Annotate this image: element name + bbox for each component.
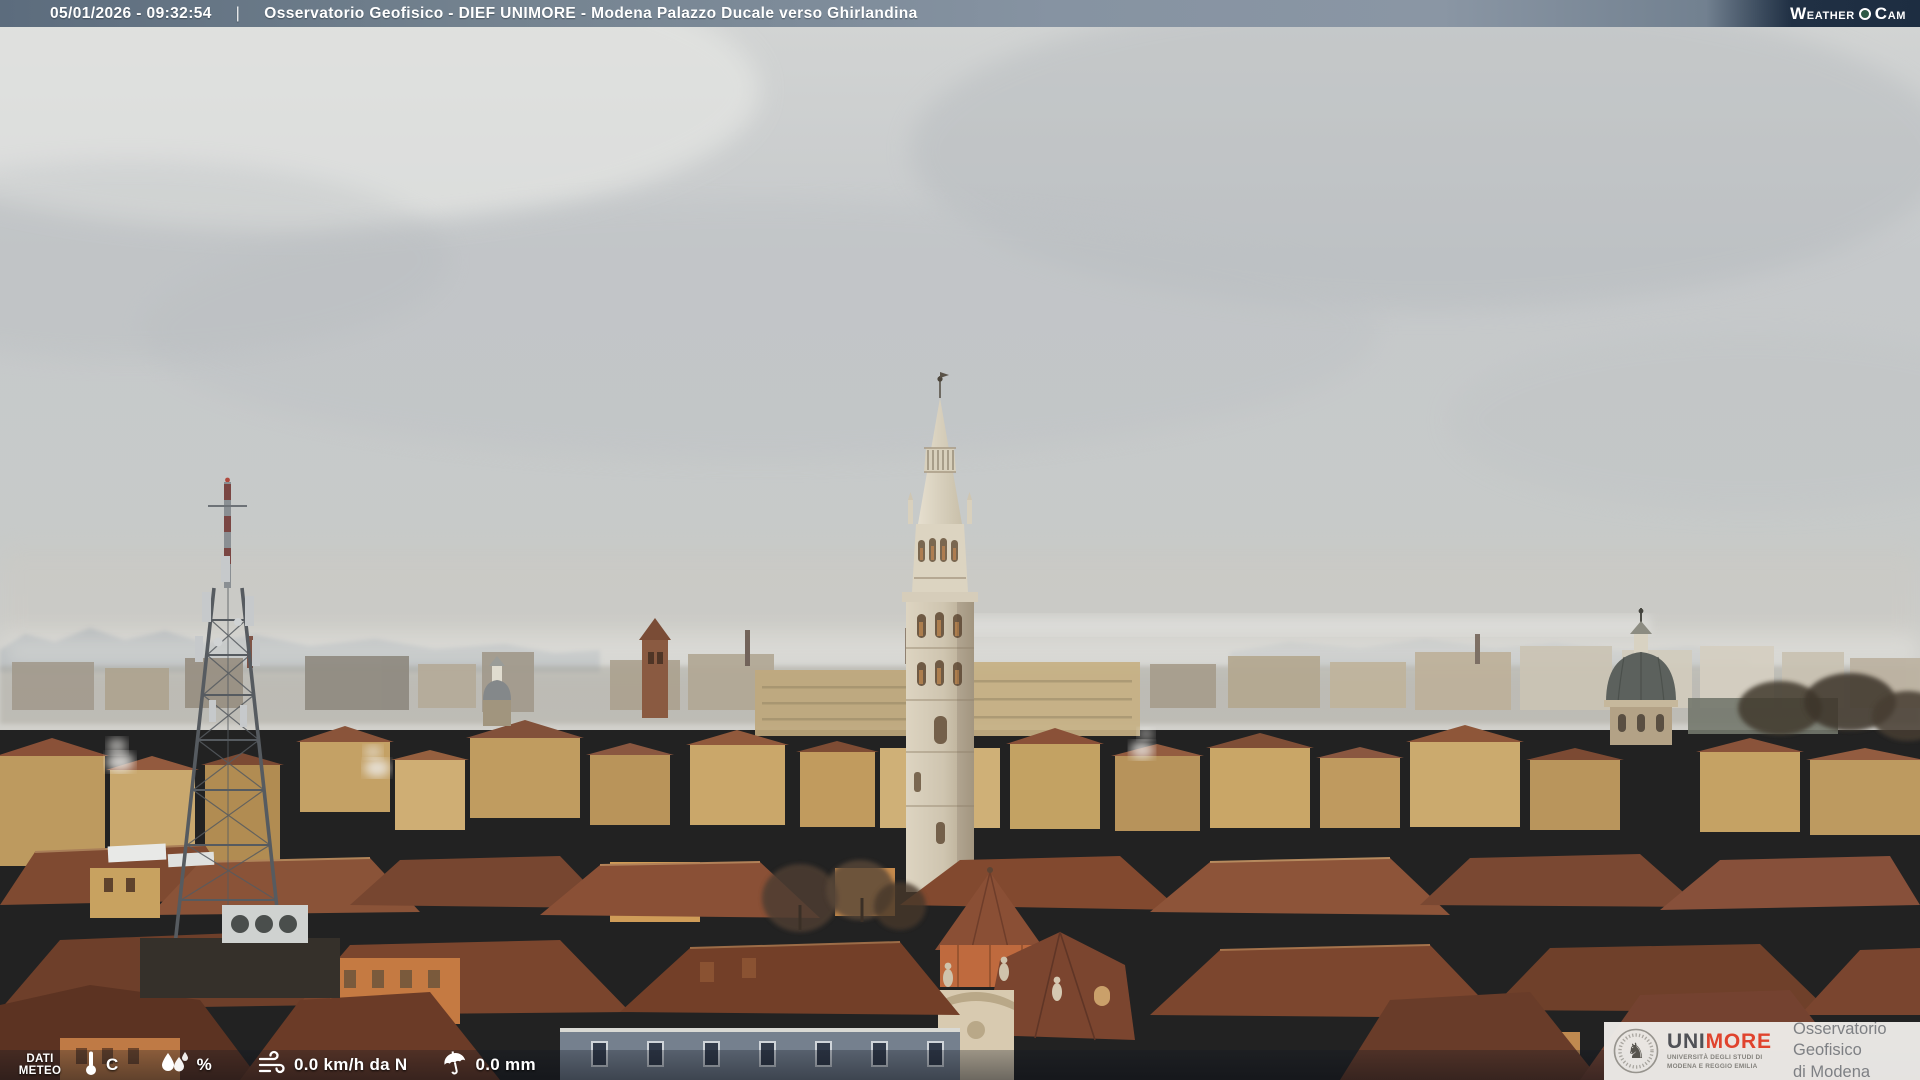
temperature-readout: C bbox=[84, 1054, 119, 1076]
observatory-name-line2: di Modena bbox=[1793, 1062, 1920, 1080]
brand-cam-label: CAM bbox=[1875, 5, 1906, 22]
unimore-seal-icon: ♞ bbox=[1613, 1028, 1659, 1074]
temperature-value: C bbox=[106, 1055, 119, 1075]
timestamp: 05/01/2026 - 09:32:54 bbox=[50, 5, 212, 23]
unimore-wordmark: UNIMORE UNIVERSITÀ DEGLI STUDI DI MODENA… bbox=[1667, 1031, 1789, 1071]
rain-readout: 0.0 mm bbox=[442, 1054, 536, 1076]
brand-weather-label: WEATHER bbox=[1790, 5, 1855, 22]
umbrella-icon bbox=[442, 1050, 468, 1076]
unimore-subtitle-line1: UNIVERSITÀ DEGLI STUDI DI bbox=[1667, 1054, 1789, 1062]
meteo-label-line1: DATI bbox=[12, 1053, 68, 1065]
meteo-data-label: DATI METEO bbox=[12, 1053, 68, 1078]
humidity-value: % bbox=[197, 1055, 212, 1075]
observatory-name: Osservatorio Geofisico di Modena bbox=[1793, 1019, 1920, 1080]
wind-readout: 0.0 km/h da N bbox=[256, 1054, 408, 1076]
svg-text:♞: ♞ bbox=[1627, 1039, 1646, 1063]
wind-value: 0.0 km/h da N bbox=[294, 1055, 408, 1075]
separator: | bbox=[236, 5, 240, 23]
thermometer-icon bbox=[84, 1050, 98, 1076]
header-bar: 05/01/2026 - 09:32:54 | Osservatorio Geo… bbox=[0, 0, 1920, 27]
rain-value: 0.0 mm bbox=[476, 1055, 536, 1075]
humidity-drops-icon bbox=[159, 1051, 189, 1075]
unimore-logo-box: ♞ UNIMORE UNIVERSITÀ DEGLI STUDI DI MODE… bbox=[1604, 1022, 1920, 1080]
observatory-name-line1: Osservatorio Geofisico bbox=[1793, 1019, 1920, 1061]
wind-icon bbox=[256, 1050, 286, 1076]
unimore-uni-text: UNI bbox=[1667, 1030, 1706, 1053]
page-title: Osservatorio Geofisico - DIEF UNIMORE - … bbox=[264, 5, 917, 23]
meteo-label-line2: METEO bbox=[12, 1065, 68, 1077]
webcam-frame: 05/01/2026 - 09:32:54 | Osservatorio Geo… bbox=[0, 0, 1920, 1080]
unimore-subtitle-line2: MODENA E REGGIO EMILIA bbox=[1667, 1063, 1789, 1071]
weathercam-dot-icon bbox=[1859, 8, 1871, 20]
weathercam-logo: WEATHER CAM bbox=[1706, 0, 1920, 27]
city-panorama-photo bbox=[0, 0, 1920, 1080]
unimore-more-text: MORE bbox=[1706, 1030, 1772, 1053]
humidity-readout: % bbox=[159, 1055, 212, 1075]
